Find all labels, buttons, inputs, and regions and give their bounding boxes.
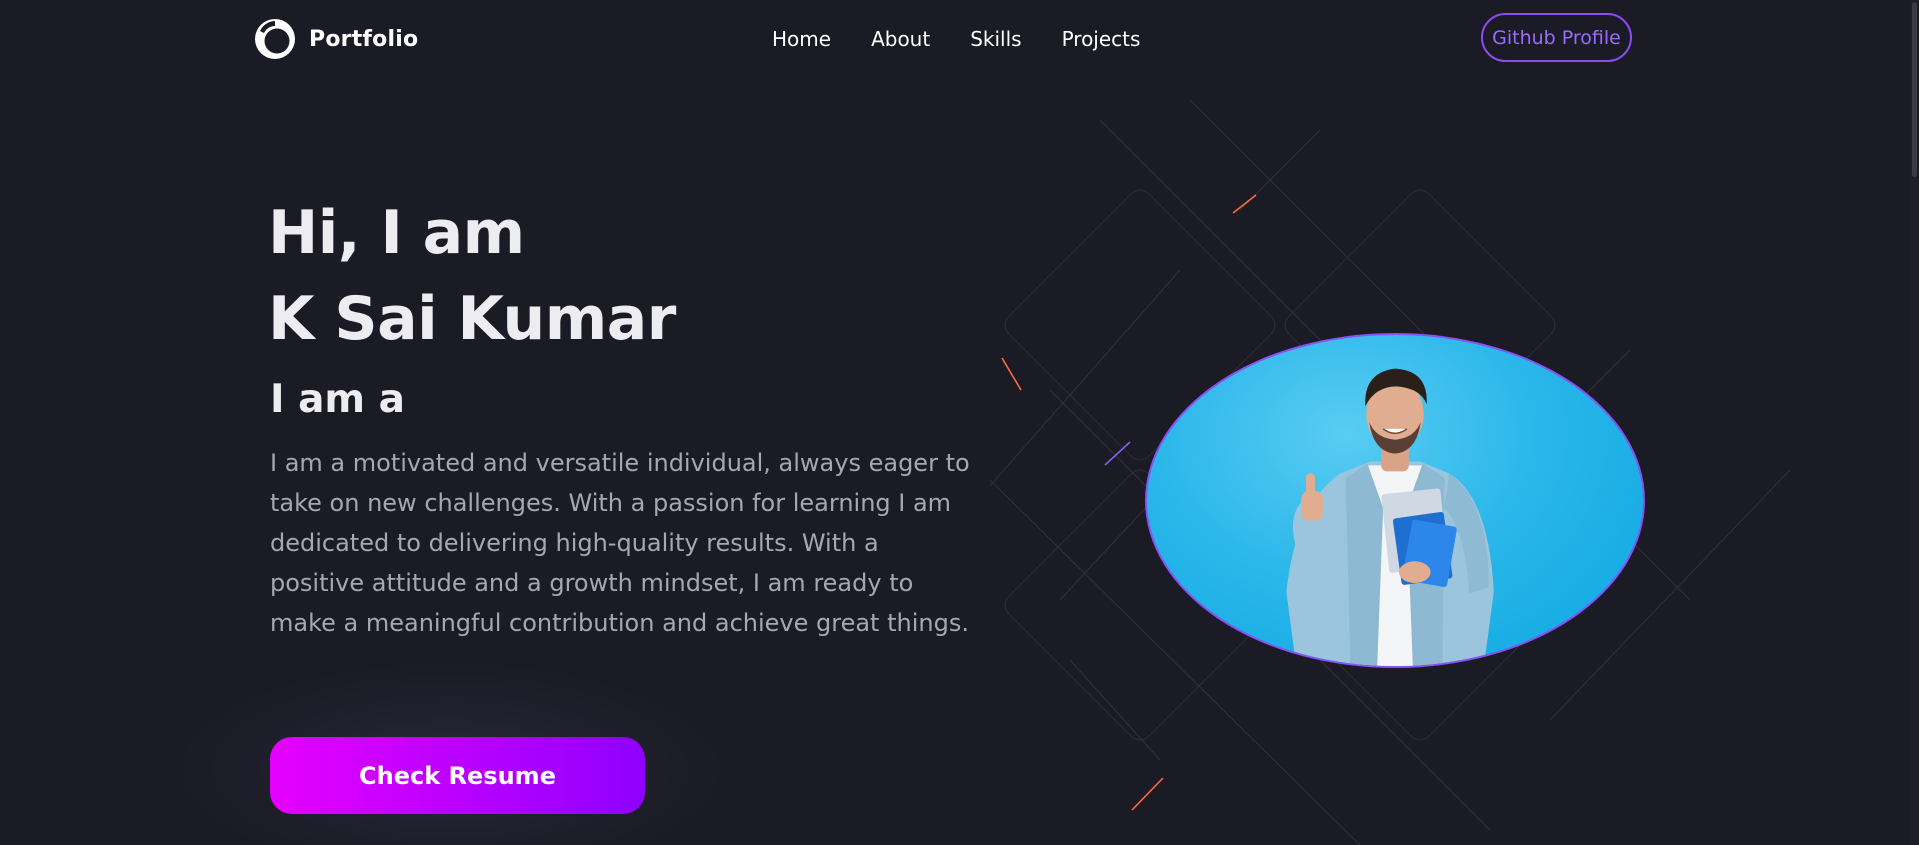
hero-greeting: Hi, I am [268, 198, 525, 268]
hero-title: Hi, I am K Sai Kumar [268, 190, 676, 362]
profile-photo [1145, 333, 1645, 668]
nav-link-home[interactable]: Home [772, 25, 831, 53]
brand-name: Portfolio [309, 26, 419, 52]
nav-link-skills[interactable]: Skills [970, 25, 1021, 53]
nav-links: Home About Skills Projects [772, 25, 1140, 53]
typing-role-text: I am a [270, 377, 405, 422]
navbar: Portfolio Home About Skills Projects Git… [0, 0, 1919, 78]
hero-bio: I am a motivated and versatile individua… [270, 449, 970, 637]
check-resume-button[interactable]: Check Resume [270, 737, 645, 814]
person-illustration [1286, 368, 1494, 666]
hero-name: K Sai Kumar [268, 284, 676, 354]
nav-link-projects[interactable]: Projects [1062, 25, 1141, 53]
brand[interactable]: Portfolio [253, 17, 418, 61]
nav-link-about[interactable]: About [871, 25, 930, 53]
scrollbar-thumb[interactable] [1912, 2, 1917, 177]
github-profile-button[interactable]: Github Profile [1481, 13, 1632, 62]
portfolio-logo-icon [255, 19, 295, 59]
portfolio-page: Portfolio Home About Skills Projects Git… [0, 0, 1919, 845]
